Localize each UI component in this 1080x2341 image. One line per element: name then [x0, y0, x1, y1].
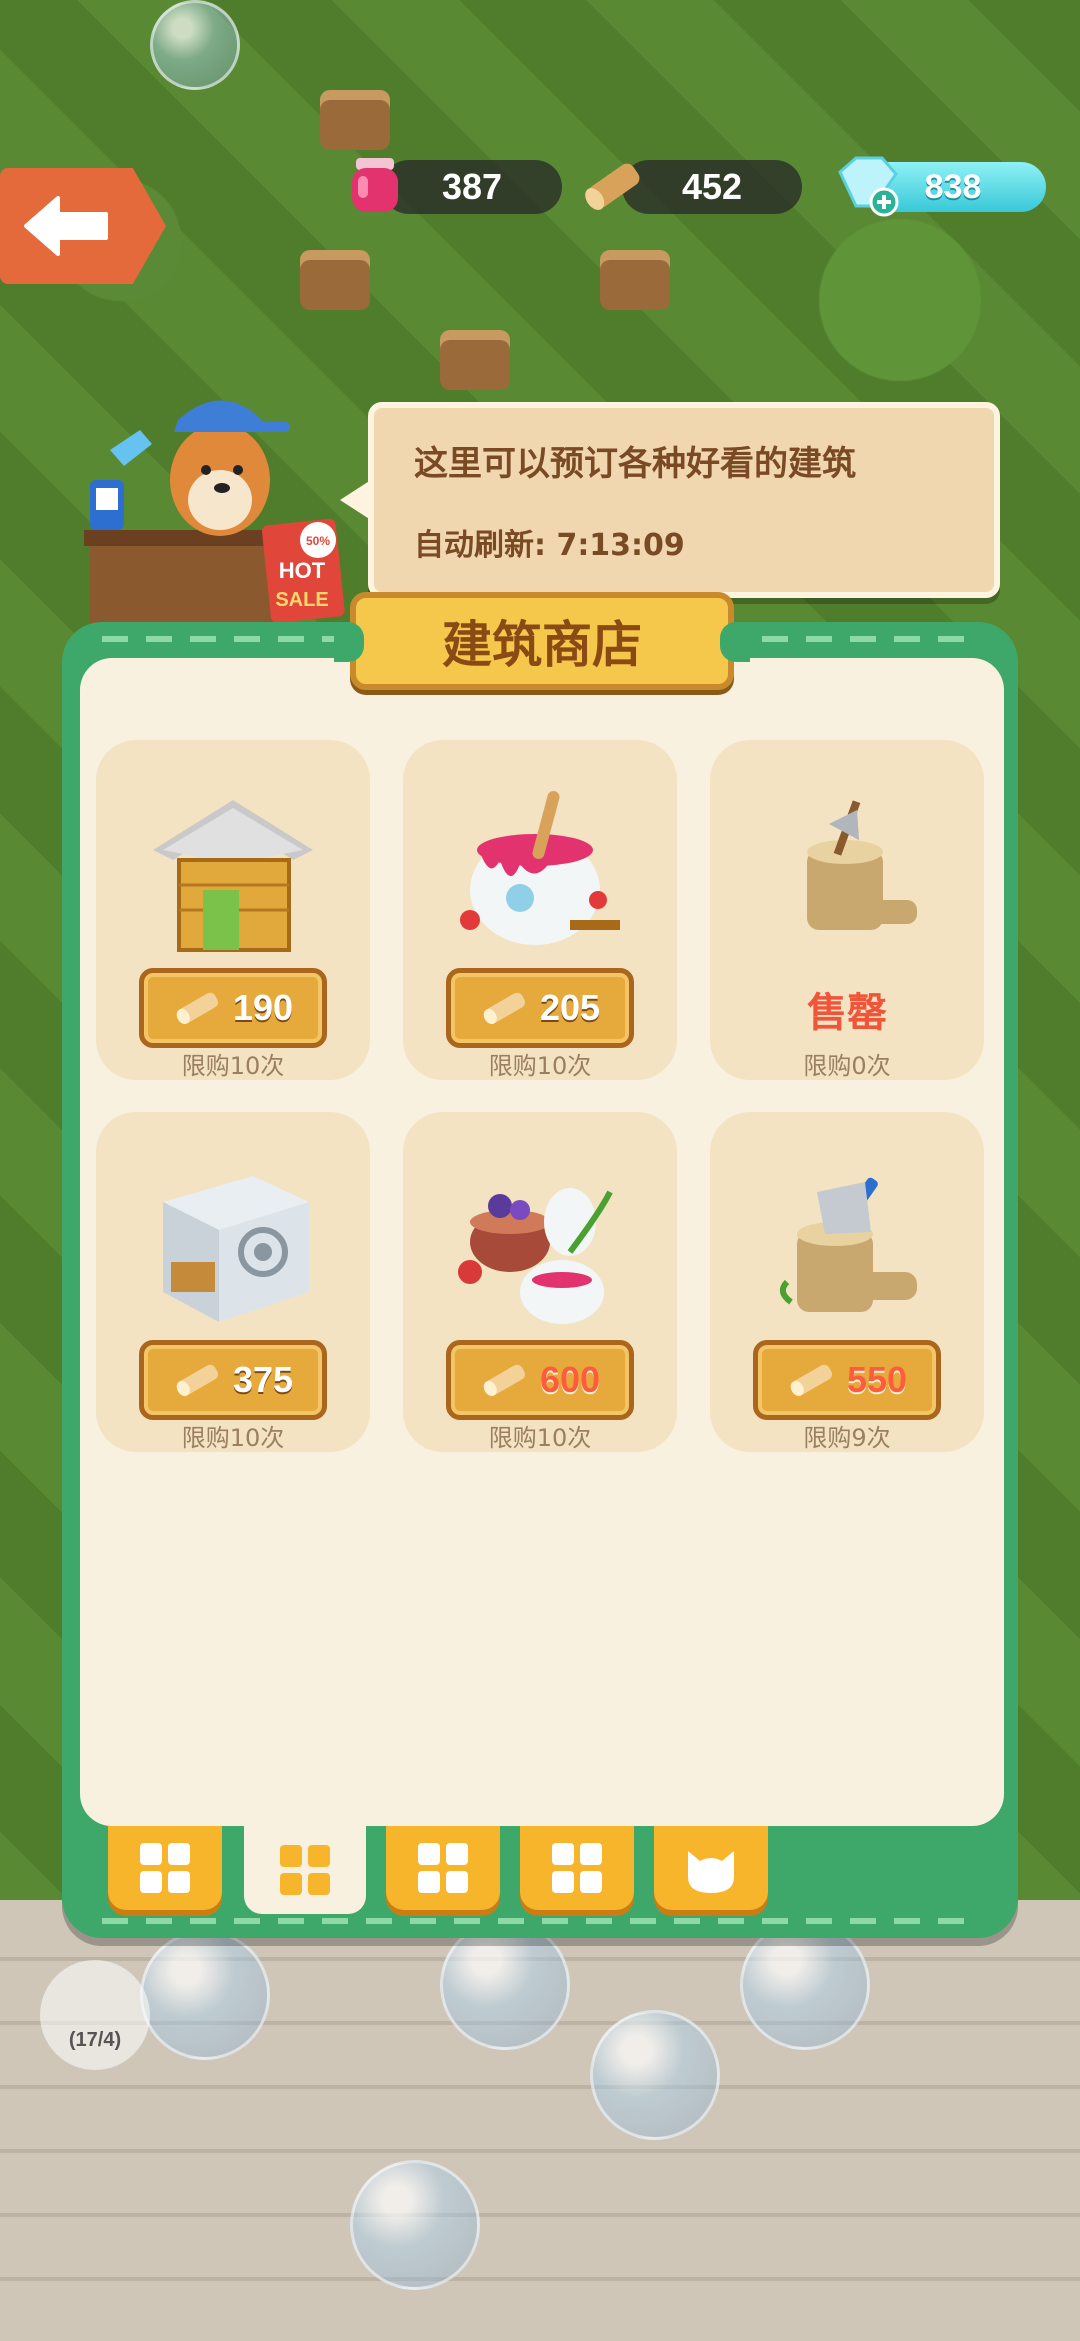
- bubble[interactable]: [440, 1920, 570, 2050]
- tab-category-4[interactable]: [520, 1826, 634, 1910]
- grid-icon: [418, 1843, 468, 1893]
- price-tag: 205: [446, 968, 634, 1048]
- svg-text:SALE: SALE: [275, 589, 328, 611]
- bubble[interactable]: [140, 1930, 270, 2060]
- wood-log-icon: [483, 992, 525, 1025]
- purchase-limit: 限购10次: [181, 1424, 285, 1452]
- shop-item-berry-jars[interactable]: 600 限购10次: [403, 1112, 677, 1452]
- price-value: 375: [232, 1359, 294, 1400]
- wooden-house-icon: [153, 800, 313, 952]
- shop-item-jam-pot[interactable]: 205 限购10次: [403, 740, 677, 1080]
- berry-jars-icon: [458, 1188, 613, 1324]
- price-value: 190: [232, 987, 294, 1028]
- svg-text:HOT: HOT: [279, 558, 326, 583]
- axe-stump-icon: [807, 800, 917, 930]
- sold-out-label: 售罄: [807, 990, 887, 1036]
- jam-jar-icon: [352, 158, 398, 212]
- purchase-limit: 限购0次: [803, 1052, 891, 1080]
- wood-log-icon: [585, 163, 640, 210]
- price-tag: 190: [139, 968, 327, 1048]
- shop-item-metal-oven[interactable]: 375 限购10次: [96, 1112, 370, 1452]
- back-arrow-icon: [24, 196, 108, 256]
- purchase-limit: 限购10次: [488, 1424, 592, 1452]
- purchase-limit: 限购10次: [488, 1052, 592, 1080]
- wood-log-icon: [176, 1364, 218, 1397]
- wood-log-icon: [483, 1364, 525, 1397]
- purchase-limit: 限购10次: [181, 1052, 285, 1080]
- metal-oven-icon: [163, 1176, 309, 1322]
- bubble: [150, 0, 240, 90]
- wood-log-icon: [176, 992, 218, 1025]
- price-tag: 550: [753, 1340, 941, 1420]
- shop-item-wooden-house[interactable]: 190 限购10次: [96, 740, 370, 1080]
- quest-counter-text: (17/4): [68, 2029, 122, 2051]
- cleaver-stump-icon: [779, 1177, 917, 1312]
- jam-pot-icon: [460, 790, 620, 945]
- bubble[interactable]: [350, 2160, 480, 2290]
- price-tag: 600: [446, 1340, 634, 1420]
- tab-category-3[interactable]: [386, 1826, 500, 1910]
- panel-stitch-bottom: [102, 1918, 978, 1924]
- jam-count: 387: [441, 166, 503, 207]
- tree-stump-decoration: [320, 90, 390, 150]
- tab-category-2[interactable]: [244, 1826, 366, 1914]
- wood-count: 452: [681, 166, 743, 207]
- shop-item-axe-stump[interactable]: 售罄 限购0次: [710, 740, 984, 1080]
- purchase-limit: 限购9次: [803, 1424, 891, 1452]
- grid-icon: [280, 1845, 330, 1895]
- wood-log-icon: [790, 1364, 832, 1397]
- grid-icon: [552, 1843, 602, 1893]
- shop-item-cleaver-stump[interactable]: 550 限购9次: [710, 1112, 984, 1452]
- shopkeeper-speech-bubble: 这里可以预订各种好看的建筑 自动刷新: 7:13:09: [340, 402, 1000, 598]
- gem-icon: [838, 156, 899, 217]
- shopkeeper-message: 这里可以预订各种好看的建筑: [414, 444, 856, 484]
- tree-stump-decoration: [440, 330, 510, 390]
- tab-category-1[interactable]: [108, 1826, 222, 1910]
- bubble[interactable]: [590, 2010, 720, 2140]
- tree-stump-decoration: [300, 250, 370, 310]
- svg-text:50%: 50%: [306, 534, 330, 548]
- auto-refresh-timer: 自动刷新: 7:13:09: [414, 528, 685, 563]
- gem-count: 838: [924, 168, 982, 206]
- price-tag: 375: [139, 1340, 327, 1420]
- cat-face-icon: [688, 1851, 734, 1893]
- tree-stump-decoration: [600, 250, 670, 310]
- price-value: 600: [539, 1359, 601, 1400]
- price-value: 550: [846, 1359, 908, 1400]
- quest-counter-bubble[interactable]: (17/4): [40, 1960, 150, 2070]
- price-value: 205: [539, 987, 601, 1028]
- bubble[interactable]: [740, 1920, 870, 2050]
- wood-counter: 452: [622, 160, 802, 214]
- tab-pets[interactable]: [654, 1826, 768, 1910]
- shop-title: 建筑商店: [334, 592, 750, 690]
- hot-sale-sign: HOT SALE 50%: [262, 518, 345, 623]
- grid-icon: [140, 1843, 190, 1893]
- back-button[interactable]: [0, 168, 166, 284]
